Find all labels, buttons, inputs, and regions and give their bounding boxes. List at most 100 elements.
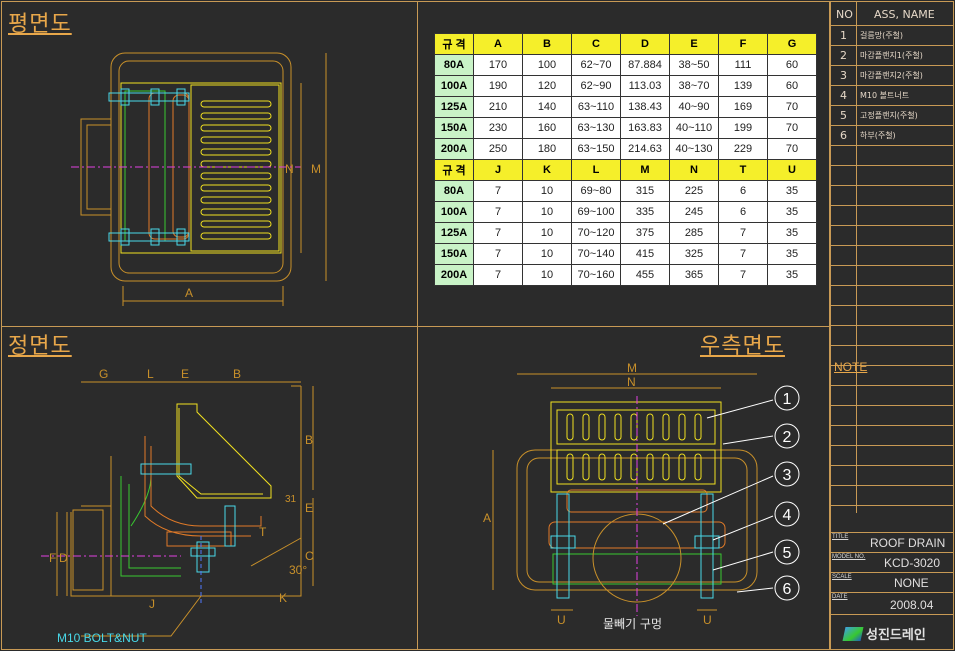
table-header-cell: C	[571, 33, 621, 55]
table-cell: 7	[473, 201, 523, 223]
table-row: 125A 210 140 63~110 138.43 40~90 169 70	[434, 96, 817, 118]
plan-dim-a: A	[185, 286, 193, 300]
table-cell: 229	[718, 138, 768, 160]
front-dim-31: 31	[285, 494, 297, 505]
table-header-cell: D	[620, 33, 670, 55]
table-cell: 60	[767, 75, 817, 97]
parts-item-name: 마감플랜지1(주철)	[860, 51, 923, 60]
table-row: 200A 7 10 70~160 455 365 7 35	[434, 264, 817, 286]
parts-row-line	[830, 65, 954, 66]
parts-row-line	[830, 45, 954, 46]
table-header-cell: T	[718, 159, 768, 181]
table-row: 150A 230 160 63~130 163.83 40~110 199 70	[434, 117, 817, 139]
parts-row-line	[830, 445, 954, 446]
parts-row-line	[830, 245, 954, 246]
plan-dim-n: N	[285, 162, 294, 176]
table-row: 80A 170 100 62~70 87.884 38~50 111 60	[434, 54, 817, 76]
table-cell: 100	[522, 54, 572, 76]
company-name: 성진드레인	[866, 628, 926, 643]
parts-item-no: 6	[840, 129, 847, 142]
title-label: TITLE	[832, 534, 849, 540]
side-dim-u1: U	[557, 613, 566, 627]
front-dim-t: T	[259, 525, 267, 539]
table-row: 100A 190 120 62~90 113.03 38~70 139 60	[434, 75, 817, 97]
table-cell: 35	[767, 243, 817, 265]
parts-item-no: 1	[840, 29, 847, 42]
table-header-cell: U	[767, 159, 817, 181]
table-cell: 180	[522, 138, 572, 160]
drain-hole-label: 물빼기 구멍	[603, 617, 662, 631]
bolt-label: M10 BOLT&NUT	[57, 631, 147, 645]
company-logo: 성진드레인	[842, 624, 926, 643]
table-cell: 199	[718, 117, 768, 139]
parts-row-line	[830, 345, 954, 346]
table-cell: 70~120	[571, 222, 621, 244]
front-dim-j: J	[149, 597, 155, 611]
table-header-row: 규 격JKLMNTU	[434, 159, 817, 181]
side-view-drawing: 1 2 3 4 5 6 M N A U U 물빼기 구멍	[483, 361, 800, 631]
table-cell: 10	[522, 243, 572, 265]
parts-item-name: 걸름망(주철)	[860, 31, 904, 40]
parts-item-name: 하부(주철)	[860, 131, 896, 140]
parts-row-line	[830, 485, 954, 486]
parts-row-line	[830, 165, 954, 166]
table-cell: 10	[522, 180, 572, 202]
front-dim-c: C	[305, 549, 314, 563]
table-cell: 111	[718, 54, 768, 76]
parts-header-no: NO	[836, 8, 853, 21]
table-cell: 7	[473, 264, 523, 286]
title-block: TITLE ROOF DRAIN MODEL NO. KCD-3020 SCAL…	[830, 532, 954, 650]
table-size-cell: 100A	[434, 75, 474, 97]
date-label: DATE	[832, 594, 848, 600]
table-cell: 7	[718, 222, 768, 244]
table-cell: 35	[767, 201, 817, 223]
table-cell: 455	[620, 264, 670, 286]
table-cell: 335	[620, 201, 670, 223]
parts-row-line	[830, 285, 954, 286]
table-cell: 315	[620, 180, 670, 202]
table-cell: 120	[522, 75, 572, 97]
parts-header-name: ASS, NAME	[874, 8, 935, 21]
table-header-row: 규 격ABCDEFG	[434, 33, 817, 55]
parts-item-name: 마감플랜지2(주철)	[860, 71, 923, 80]
table-header-cell: 규 격	[434, 159, 474, 181]
table-cell: 7	[473, 222, 523, 244]
table-header-cell: F	[718, 33, 768, 55]
callout-5: 5	[783, 545, 792, 562]
parts-row-line	[830, 305, 954, 306]
table-cell: 40~110	[669, 117, 719, 139]
callout-6: 6	[783, 581, 792, 598]
front-dim-k: K	[279, 591, 287, 605]
table-cell: 210	[473, 96, 523, 118]
table-header-cell: B	[522, 33, 572, 55]
table-header-cell: A	[473, 33, 523, 55]
table-cell: 87.884	[620, 54, 670, 76]
parts-row-line	[830, 385, 954, 386]
table-cell: 70~160	[571, 264, 621, 286]
table-header-cell: E	[669, 33, 719, 55]
table-size-cell: 150A	[434, 243, 474, 265]
callout-2: 2	[783, 429, 792, 446]
table-cell: 230	[473, 117, 523, 139]
table-cell: 7	[473, 180, 523, 202]
table-cell: 225	[669, 180, 719, 202]
table-cell: 7	[718, 264, 768, 286]
table-cell: 250	[473, 138, 523, 160]
parts-item-no: 4	[840, 89, 847, 102]
table-row: 150A 7 10 70~140 415 325 7 35	[434, 243, 817, 265]
table-cell: 35	[767, 222, 817, 244]
table-size-cell: 125A	[434, 222, 474, 244]
table-cell: 70	[767, 138, 817, 160]
parts-item-no: 2	[840, 49, 847, 62]
front-dim-f: F	[49, 551, 56, 565]
parts-row-line	[830, 325, 954, 326]
table-size-cell: 200A	[434, 264, 474, 286]
table-cell: 139	[718, 75, 768, 97]
table-row: 100A 7 10 69~100 335 245 6 35	[434, 201, 817, 223]
scale-label: SCALE	[832, 574, 852, 580]
table-cell: 10	[522, 201, 572, 223]
table-size-cell: 100A	[434, 201, 474, 223]
table-cell: 10	[522, 222, 572, 244]
table-header-cell: K	[522, 159, 572, 181]
model-value: KCD-3020	[884, 556, 941, 570]
